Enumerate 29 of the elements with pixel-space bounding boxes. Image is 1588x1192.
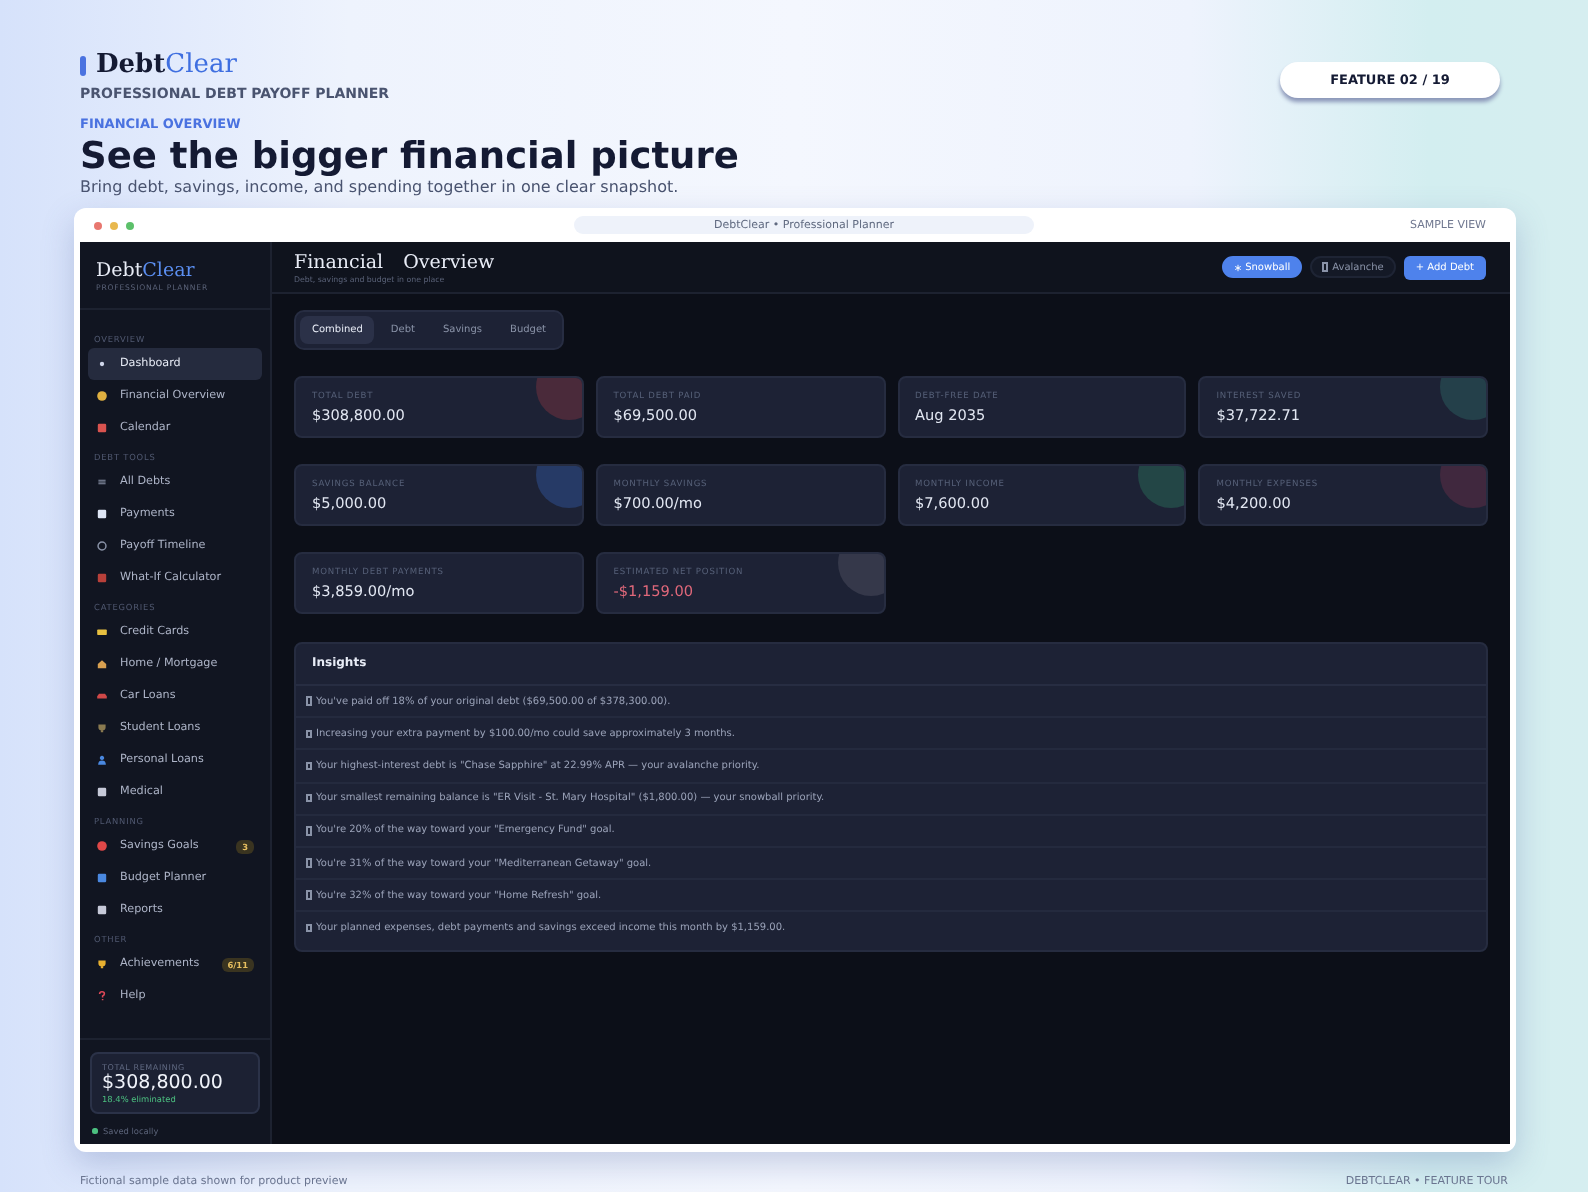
- close-dot[interactable]: [94, 221, 102, 229]
- car-icon: [96, 690, 108, 702]
- missing-glyph-icon: [306, 890, 312, 900]
- summary-value: $308,800.00: [102, 1072, 225, 1094]
- missing-glyph-icon: [306, 761, 312, 771]
- missing-glyph-icon: [306, 858, 312, 868]
- missing-glyph-icon: [1322, 262, 1329, 272]
- feature-title: See the bigger financial picture: [80, 136, 739, 179]
- maximize-dot[interactable]: [126, 221, 134, 229]
- missing-glyph-icon: [306, 826, 312, 836]
- card-icon: [96, 626, 108, 638]
- minimize-dot[interactable]: [110, 221, 118, 229]
- logo: DebtClear: [96, 50, 237, 80]
- logo-mark: [80, 55, 86, 75]
- missing-glyph-icon: [306, 923, 312, 933]
- person-icon: [96, 754, 108, 766]
- feature-subtitle: Bring debt, savings, income, and spending together in one clear snapshot.: [80, 178, 681, 197]
- missing-glyph-icon: [306, 696, 312, 706]
- house-icon: [96, 658, 108, 670]
- missing-glyph-icon: [306, 729, 312, 739]
- list-icon: [96, 476, 108, 488]
- page-title: Financial Overview: [294, 251, 495, 273]
- trophy-icon: [96, 958, 108, 970]
- snowflake-icon: [1233, 263, 1242, 271]
- missing-glyph-icon: [306, 793, 312, 803]
- status-dot: [92, 1128, 97, 1134]
- question-icon: [96, 990, 108, 1002]
- sidebar-logo: DebtClear: [96, 260, 197, 282]
- dot-icon: [96, 358, 108, 370]
